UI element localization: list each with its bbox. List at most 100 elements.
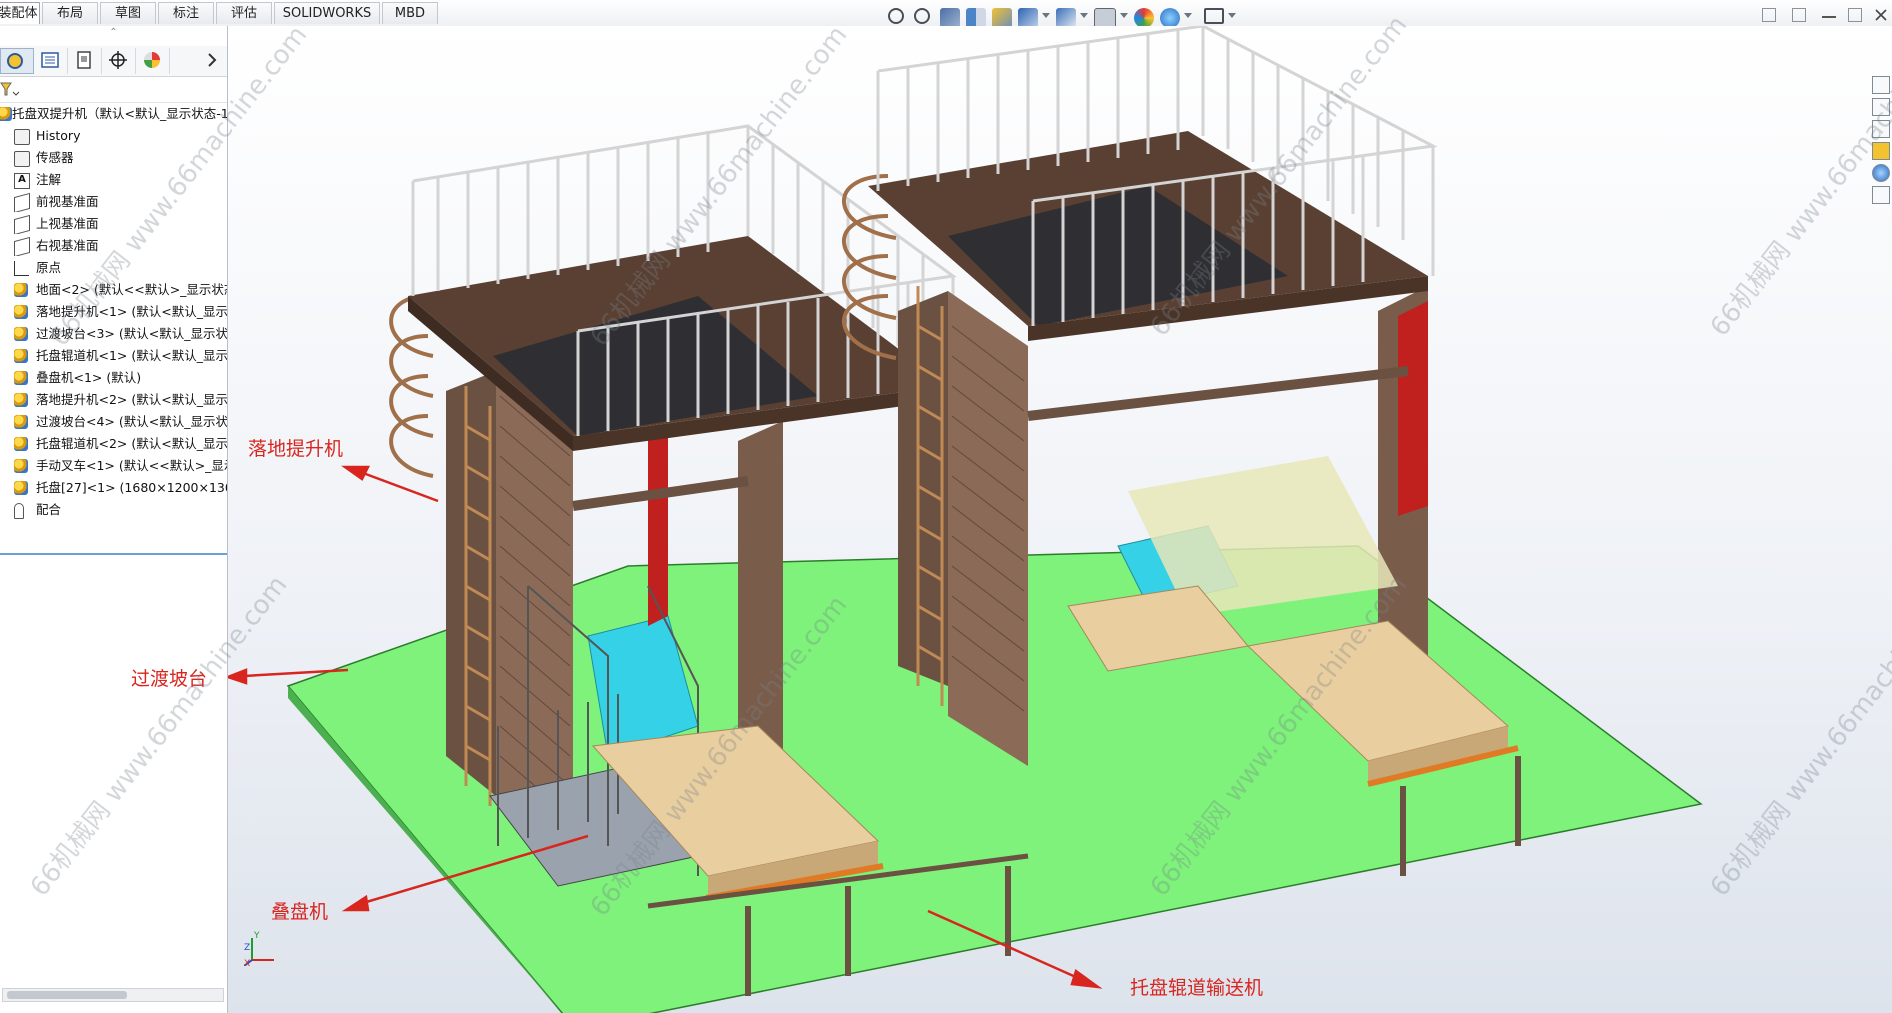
- tree-item-label: 叠盘机<1> (默认): [36, 370, 142, 385]
- tree-item[interactable]: 过渡坡台<3> (默认<默认_显示状态: [0, 324, 227, 344]
- appearances-icon[interactable]: [1872, 164, 1890, 182]
- edit-appearance-icon[interactable]: [1134, 8, 1154, 28]
- annotation-icon: A: [14, 173, 30, 189]
- file-explorer-icon[interactable]: [1872, 120, 1890, 138]
- tree-item[interactable]: 落地提升机<1> (默认<默认_显示状: [0, 302, 227, 322]
- tab-evaluate[interactable]: 评估: [216, 2, 272, 24]
- tree-filter[interactable]: [0, 78, 227, 103]
- tree-item[interactable]: 地面<2> (默认<<默认>_显示状态: [0, 280, 227, 300]
- tree-item-label: 配合: [36, 502, 62, 517]
- chevron-down-icon[interactable]: [1120, 13, 1128, 18]
- right-red-panel: [1398, 301, 1428, 516]
- tab-solidworks-addins[interactable]: SOLIDWORKS 插件: [274, 2, 380, 43]
- tab-sketch[interactable]: 草图: [100, 2, 156, 24]
- tree-item-label: 地面<2> (默认<<默认>_显示状态: [36, 282, 227, 297]
- resources-icon[interactable]: [1872, 98, 1890, 116]
- tree-item[interactable]: 落地提升机<2> (默认<默认_显示状: [0, 390, 227, 410]
- tree-item[interactable]: 上视基准面: [0, 214, 227, 234]
- tree-item[interactable]: 手动叉车<1> (默认<<默认>_显示状: [0, 456, 227, 476]
- panel-right-icon[interactable]: [1792, 8, 1806, 22]
- assembly-icon: [0, 107, 12, 121]
- tree-item[interactable]: 过渡坡台<4> (默认<默认_显示状态: [0, 412, 227, 432]
- feature-tree: 托盘双提升机（默认<默认_显示状态-1> History 传感器 A 注解前视基准面上…: [0, 104, 227, 544]
- mates-icon: [14, 503, 24, 519]
- feature-manager-panel: ⌃ 托盘双提升机（默认<默认_显示状态-1> History 传感器 A 注解前视基准…: [0, 26, 228, 1013]
- tree-item[interactable]: 右视基准面: [0, 236, 227, 256]
- chevron-down-icon[interactable]: [1042, 13, 1050, 18]
- graphics-area[interactable]: Y Z X: [228, 26, 1892, 1013]
- origin-icon: [14, 261, 29, 276]
- chevron-down-icon[interactable]: [1080, 13, 1088, 18]
- feature-manager-tabs: [0, 46, 227, 77]
- feature-manager-tab-icon[interactable]: [0, 48, 34, 74]
- previous-view-icon[interactable]: [940, 8, 960, 28]
- chevron-down-icon[interactable]: [1184, 13, 1192, 18]
- minimize-icon[interactable]: [1822, 8, 1836, 18]
- left-tower-front: [496, 371, 573, 846]
- svg-text:Z: Z: [244, 943, 250, 953]
- scrollbar-thumb[interactable]: [7, 991, 127, 999]
- tree-item-label: 手动叉车<1> (默认<<默认>_显示状: [36, 458, 227, 473]
- tree-item[interactable]: 前视基准面: [0, 192, 227, 212]
- view-settings-icon[interactable]: [1204, 8, 1224, 24]
- configuration-manager-tab-icon[interactable]: [68, 48, 102, 74]
- property-manager-tab-icon[interactable]: [34, 48, 68, 74]
- tab-markup[interactable]: 标注: [158, 2, 214, 24]
- part-icon: [14, 283, 28, 297]
- zoom-to-area-icon[interactable]: [914, 8, 930, 24]
- tree-item-label: 托盘辊道机<1> (默认<默认_显示状: [36, 348, 227, 363]
- front-plane-icon: [14, 192, 30, 212]
- callout-floor-lifter: 落地提升机: [248, 438, 344, 460]
- tab-mbd[interactable]: MBD: [382, 2, 438, 24]
- display-style-icon[interactable]: [1056, 8, 1076, 28]
- part-icon: [14, 415, 28, 429]
- tree-item[interactable]: 托盘辊道机<2> (默认<默认_显示状: [0, 434, 227, 454]
- tree-item-label: 过渡坡台<3> (默认<默认_显示状态: [36, 326, 227, 341]
- tree-item[interactable]: 托盘辊道机<1> (默认<默认_显示状: [0, 346, 227, 366]
- task-pane: [1870, 76, 1892, 226]
- part-icon: [14, 371, 28, 385]
- callout-pallet-roller-conveyor: 托盘辊道输送机: [1130, 977, 1264, 999]
- part-icon: [14, 481, 28, 495]
- tree-item-label: 托盘[27]<1> (1680×1200×130<显: [36, 480, 227, 495]
- panel-left-icon[interactable]: [1762, 8, 1776, 22]
- 3d-model-view[interactable]: [228, 26, 1892, 1013]
- view-orientation-icon[interactable]: [1018, 8, 1038, 28]
- tree-rollback-bar[interactable]: [0, 553, 227, 555]
- tree-item[interactable]: 托盘[27]<1> (1680×1200×130<显: [0, 478, 227, 498]
- tree-item[interactable]: 叠盘机<1> (默认): [0, 368, 227, 388]
- dynamic-annotation-icon[interactable]: [992, 8, 1012, 28]
- tree-item-label: 上视基准面: [36, 216, 99, 231]
- tree-item[interactable]: History: [0, 126, 227, 146]
- view-palette-icon[interactable]: [1872, 142, 1890, 160]
- close-icon[interactable]: [1874, 8, 1888, 22]
- tree-item-label: 过渡坡台<4> (默认<默认_显示状态: [36, 414, 227, 429]
- panel-grip-icon[interactable]: ⌃: [0, 26, 227, 40]
- tree-item-label: 传感器: [36, 150, 74, 165]
- tree-item[interactable]: 传感器: [0, 148, 227, 168]
- tree-item-label: 注解: [36, 172, 62, 187]
- tree-item[interactable]: A 注解: [0, 170, 227, 190]
- chevron-down-icon[interactable]: [1228, 13, 1236, 18]
- tab-assembly[interactable]: 装配体: [0, 2, 40, 24]
- home-icon[interactable]: [1872, 76, 1890, 94]
- chevron-right-icon[interactable]: [200, 48, 224, 74]
- sensor-icon: [14, 151, 30, 167]
- custom-properties-icon[interactable]: [1872, 186, 1890, 204]
- apply-scene-icon[interactable]: [1160, 8, 1180, 28]
- filter-icon[interactable]: [0, 78, 24, 100]
- horizontal-scrollbar[interactable]: [2, 988, 224, 1002]
- tree-item[interactable]: 原点: [0, 258, 227, 278]
- display-manager-tab-icon[interactable]: [136, 48, 170, 74]
- tab-layout[interactable]: 布局: [42, 2, 98, 24]
- callout-pallet-stacker: 叠盘机: [271, 901, 329, 923]
- part-icon: [14, 349, 28, 363]
- tree-root[interactable]: 托盘双提升机（默认<默认_显示状态-1>: [0, 104, 227, 124]
- dimxpert-manager-tab-icon[interactable]: [102, 48, 136, 74]
- part-icon: [14, 393, 28, 407]
- section-view-icon[interactable]: [966, 8, 986, 28]
- restore-icon[interactable]: [1848, 8, 1862, 22]
- part-icon: [14, 327, 28, 341]
- tree-item[interactable]: 配合: [0, 500, 227, 520]
- zoom-to-fit-icon[interactable]: [888, 8, 904, 24]
